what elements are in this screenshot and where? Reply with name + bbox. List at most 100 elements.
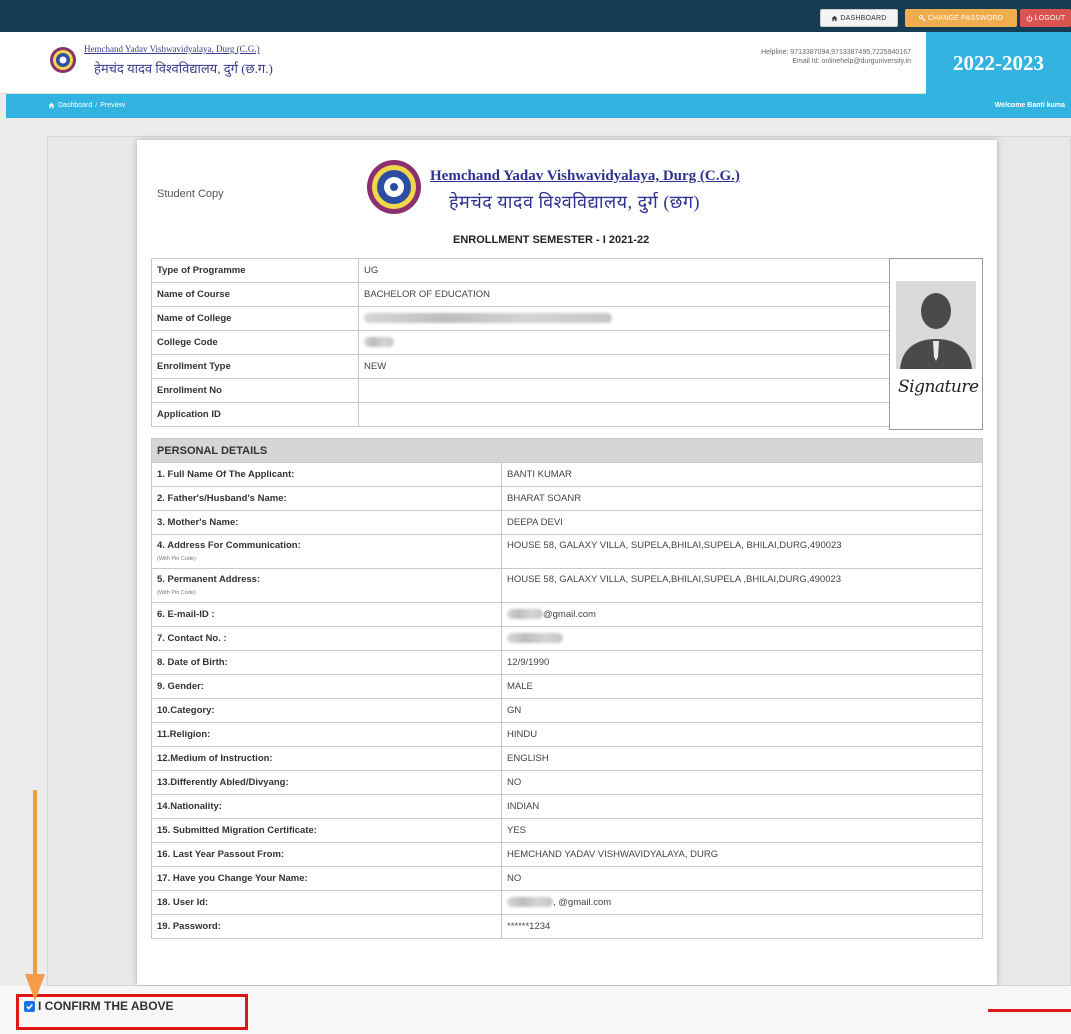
row-value-redacted bbox=[358, 330, 891, 355]
enrollment-form-preview: Student Copy Hemchand Yadav Vishwavidyal… bbox=[137, 140, 997, 985]
row-label: 13.Differently Abled/Divyang: bbox=[151, 770, 502, 795]
university-seal bbox=[367, 160, 421, 214]
row-label: Enrollment No bbox=[151, 378, 359, 403]
row-label-cell: 5. Permanent Address: (With Pin Code) bbox=[151, 568, 502, 603]
table-row: Enrollment Type NEW bbox=[151, 354, 891, 379]
redacted-college-code bbox=[364, 337, 394, 348]
row-label: 15. Submitted Migration Certificate: bbox=[151, 818, 502, 843]
row-value: GN bbox=[501, 698, 983, 723]
personal-details-heading: PERSONAL DETAILS bbox=[151, 438, 983, 463]
table-row: 8. Date of Birth: 12/9/1990 bbox=[151, 650, 983, 675]
table-row: 15. Submitted Migration Certificate: YES bbox=[151, 818, 983, 843]
university-logo bbox=[50, 47, 76, 73]
row-label: 2. Father's/Husband's Name: bbox=[151, 486, 502, 511]
table-row: 19. Password: ******1234 bbox=[151, 914, 983, 939]
table-row: Application ID bbox=[151, 402, 891, 427]
redacted-email-user bbox=[507, 609, 543, 620]
row-label: College Code bbox=[151, 330, 359, 355]
confirm-checkbox-row[interactable]: I CONFIRM THE ABOVE bbox=[24, 999, 174, 1013]
checkmark-icon bbox=[26, 1003, 33, 1010]
table-row: 14.Nationality: INDIAN bbox=[151, 794, 983, 819]
breadcrumb-separator: / bbox=[95, 102, 98, 109]
row-label: 18. User Id: bbox=[151, 890, 502, 915]
row-value-redacted bbox=[358, 306, 891, 331]
redacted-contact-no bbox=[507, 633, 563, 644]
row-label: 1. Full Name Of The Applicant: bbox=[151, 462, 502, 487]
row-value: HINDU bbox=[501, 722, 983, 747]
table-row: 18. User Id: , @gmail.com bbox=[151, 890, 983, 915]
enrollment-semester-title: ENROLLMENT SEMESTER - I 2021-22 bbox=[453, 234, 650, 246]
row-value-cell: @gmail.com bbox=[501, 602, 983, 627]
personal-details-table: PERSONAL DETAILS 1. Full Name Of The App… bbox=[151, 438, 983, 939]
session-year: 2022-2023 bbox=[926, 32, 1071, 94]
row-label: Name of College bbox=[151, 306, 359, 331]
change-password-button[interactable]: CHANGE PASSWORD bbox=[905, 9, 1017, 27]
row-label: 11.Religion: bbox=[151, 722, 502, 747]
row-value bbox=[358, 378, 891, 403]
confirm-checkbox[interactable] bbox=[24, 1000, 35, 1012]
redacted-college-name bbox=[364, 313, 612, 324]
table-row: 7. Contact No. : bbox=[151, 626, 983, 651]
home-icon bbox=[48, 102, 55, 109]
breadcrumb-dashboard[interactable]: Dashboard bbox=[58, 102, 92, 109]
welcome-text: Welcome Banti kuma bbox=[994, 102, 1065, 109]
change-password-label: CHANGE PASSWORD bbox=[927, 14, 1004, 22]
row-value: 12/9/1990 bbox=[501, 650, 983, 675]
annotation-arrow-icon bbox=[25, 790, 45, 1001]
key-icon bbox=[919, 14, 926, 22]
row-value: HOUSE 58, GALAXY VILLA, SUPELA,BHILAI,SU… bbox=[501, 534, 983, 569]
site-header: Hemchand Yadav Vishwavidyalaya, Durg (C.… bbox=[0, 32, 1071, 94]
table-row: Name of Course BACHELOR OF EDUCATION bbox=[151, 282, 891, 307]
row-label: 4. Address For Communication: bbox=[157, 540, 301, 551]
row-value: @gmail.com bbox=[543, 609, 596, 620]
row-label: 10.Category: bbox=[151, 698, 502, 723]
row-value: DEEPA DEVI bbox=[501, 510, 983, 535]
logout-button[interactable]: LOGOUT bbox=[1020, 9, 1071, 27]
row-label: 12.Medium of Instruction: bbox=[151, 746, 502, 771]
row-value-cell: , @gmail.com bbox=[501, 890, 983, 915]
logout-label: LOGOUT bbox=[1034, 14, 1066, 22]
row-value: YES bbox=[501, 818, 983, 843]
row-label: 5. Permanent Address: bbox=[157, 574, 261, 585]
form-university-name-hi: हेमचंद यादव विश्वविद्यालय, दुर्ग (छग) bbox=[449, 192, 701, 212]
row-label: 17. Have you Change Your Name: bbox=[151, 866, 502, 891]
table-row: 1. Full Name Of The Applicant: BANTI KUMA… bbox=[151, 462, 983, 487]
pin-code-note: (With Pin Code) bbox=[157, 556, 196, 562]
table-row: 9. Gender: MALE bbox=[151, 674, 983, 699]
helpline-text: Helpline: 9713387094,9713387495,72259401… bbox=[761, 49, 911, 56]
row-value: NEW bbox=[358, 354, 891, 379]
photo-signature-box: Signature bbox=[889, 258, 983, 430]
row-value: NO bbox=[501, 866, 983, 891]
row-label: Type of Programme bbox=[151, 258, 359, 283]
row-value: BACHELOR OF EDUCATION bbox=[358, 282, 891, 307]
row-value-cell bbox=[501, 626, 983, 651]
power-icon bbox=[1026, 14, 1032, 22]
row-label-cell: 4. Address For Communication: (With Pin C… bbox=[151, 534, 502, 569]
confirm-label: I CONFIRM THE ABOVE bbox=[38, 999, 174, 1013]
row-value: UG bbox=[358, 258, 891, 283]
row-value: , @gmail.com bbox=[553, 897, 612, 908]
table-row: 2. Father's/Husband's Name: BHARAT SOANR bbox=[151, 486, 983, 511]
dashboard-button[interactable]: DASHBOARD bbox=[820, 9, 898, 27]
row-label: Name of Course bbox=[151, 282, 359, 307]
helpline-info: Helpline: 9713387094,9713387495,72259401… bbox=[761, 48, 911, 66]
row-value: BANTI KUMAR bbox=[501, 462, 983, 487]
header-university-name-hi: हेमचंद यादव विश्वविद्यालय, दुर्ग (छ.ग.) bbox=[94, 61, 273, 76]
table-row: 13.Differently Abled/Divyang: NO bbox=[151, 770, 983, 795]
breadcrumb-preview: Preview bbox=[100, 102, 126, 109]
breadcrumb: Dashboard / Preview bbox=[48, 102, 125, 109]
row-label: 9. Gender: bbox=[151, 674, 502, 699]
row-value: HOUSE 58, GALAXY VILLA, SUPELA,BHILAI,SU… bbox=[501, 568, 983, 603]
row-value: INDIAN bbox=[501, 794, 983, 819]
row-label: 3. Mother's Name: bbox=[151, 510, 502, 535]
header-university-name-en[interactable]: Hemchand Yadav Vishwavidyalaya, Durg (C.… bbox=[84, 44, 260, 54]
row-label: Enrollment Type bbox=[151, 354, 359, 379]
table-row: 10.Category: GN bbox=[151, 698, 983, 723]
table-row: 5. Permanent Address: (With Pin Code) HOU… bbox=[151, 568, 983, 603]
row-value: BHARAT SOANR bbox=[501, 486, 983, 511]
row-value: NO bbox=[501, 770, 983, 795]
row-value: HEMCHAND YADAV VISHWAVIDYALAYA, DURG bbox=[501, 842, 983, 867]
row-value: MALE bbox=[501, 674, 983, 699]
row-value: ******1234 bbox=[501, 914, 983, 939]
student-copy-label: Student Copy bbox=[157, 188, 224, 200]
